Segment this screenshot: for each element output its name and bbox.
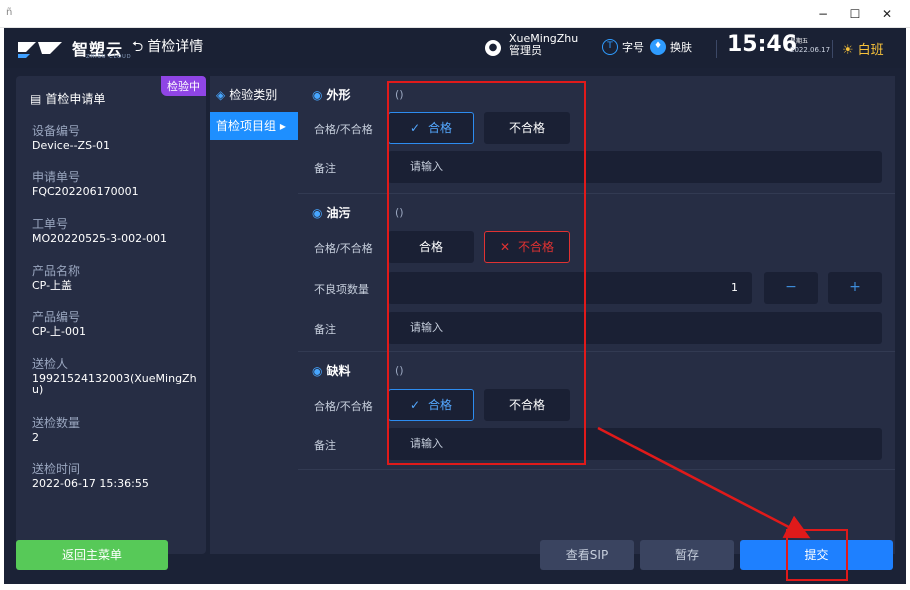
close-button[interactable]: ✕ — [872, 4, 902, 24]
check-icon: ✓ — [409, 398, 421, 412]
fail-option[interactable]: ✕ 不合格 — [484, 231, 570, 263]
pass-fail-label: 合格/不合格 — [314, 123, 373, 136]
field-label: 送检数量 — [32, 416, 81, 430]
page-title: 首检详情 — [147, 39, 204, 55]
tab-inspection-group[interactable]: 首检项目组 ▸ — [210, 112, 298, 140]
field-label: 申请单号 — [32, 170, 81, 184]
item-standard: () — [395, 206, 404, 219]
field-value: CP-上盖 — [32, 279, 73, 292]
check-icon: ✓ — [409, 121, 421, 135]
category-tabs: ◈ 检验类别 首检项目组 ▸ — [210, 76, 298, 554]
cross-icon: ✕ — [499, 240, 511, 254]
top-bar: 智塑云 ZHISU CLOUD ⮌ 首检详情 ● XueMingZhu 管理员 T… — [4, 28, 906, 68]
remark-input[interactable]: 请输入 — [388, 151, 882, 183]
submit-button[interactable]: 提交 — [740, 540, 893, 570]
back-to-menu-button[interactable]: 返回主菜单 — [16, 540, 168, 570]
field-label: 工单号 — [32, 217, 69, 231]
increment-button[interactable]: + — [828, 272, 882, 304]
item-title: ◉ 缺料 — [312, 364, 351, 378]
brand-logo-icon — [18, 42, 62, 58]
field-value: 2 — [32, 431, 39, 444]
sun-icon: ☀ — [842, 43, 854, 58]
view-sip-button[interactable]: 查看SIP — [540, 540, 634, 570]
item-standard: () — [395, 364, 404, 377]
info-title: ▤ 首检申请单 — [30, 92, 106, 106]
pass-option[interactable]: ✓ 合格 — [388, 389, 474, 421]
status-badge: 检验中 — [161, 76, 206, 96]
field-label: 设备编号 — [32, 124, 81, 138]
divider — [716, 40, 717, 58]
inspection-item: ◉ 缺料 () 合格/不合格 ✓ 合格 不合格 备注 请输入 — [298, 352, 895, 470]
window-titlebar: ñ − ☐ ✕ — [0, 0, 910, 28]
remark-label: 备注 — [314, 439, 336, 452]
remark-label: 备注 — [314, 162, 336, 175]
brand-subtitle: ZHISU CLOUD — [86, 54, 132, 60]
app-window-icon: ñ — [6, 7, 13, 18]
skin-label: 换肤 — [670, 41, 692, 54]
back-button[interactable]: ⮌ 首检详情 — [132, 36, 203, 60]
field-value: FQC202206170001 — [32, 185, 139, 198]
item-title: ◉ 油污 — [312, 206, 351, 220]
application-info-panel: 检验中 ▤ 首检申请单 设备编号 Device--ZS-01 申请单号 FQC20… — [16, 76, 206, 554]
clock-time: 15:46 — [727, 32, 798, 57]
item-standard: () — [395, 88, 404, 101]
shift-button[interactable]: ☀ 白班 — [842, 39, 884, 58]
pass-fail-label: 合格/不合格 — [314, 400, 373, 413]
back-arrow-icon: ⮌ — [132, 39, 144, 55]
defect-count-input[interactable]: 1 — [388, 272, 752, 304]
field-label: 送检人 — [32, 357, 69, 371]
skin-button[interactable]: ♦ 换肤 — [650, 39, 692, 55]
field-value: CP-上-001 — [32, 325, 87, 338]
field-value: MO20220525-3-002-001 — [32, 232, 168, 245]
tab-category[interactable]: ◈ 检验类别 — [216, 86, 277, 103]
fail-option[interactable]: 不合格 — [484, 112, 570, 144]
font-size-label: 字号 — [622, 41, 644, 54]
font-size-button[interactable]: T 字号 — [602, 39, 644, 55]
section-icon: ◉ — [312, 88, 323, 102]
pass-fail-label: 合格/不合格 — [314, 242, 373, 255]
clock-weekday: 星期五 — [790, 38, 809, 45]
field-value: Device--ZS-01 — [32, 139, 111, 152]
doc-icon: ▤ — [30, 92, 42, 106]
inspection-item: ◉ 油污 () 合格/不合格 合格 ✕ 不合格 不良项数量 1 − + 备注 请输入 — [298, 194, 895, 352]
user-role: 管理员 — [509, 44, 542, 57]
divider — [832, 40, 833, 58]
shift-label: 白班 — [857, 43, 884, 58]
item-title: ◉ 外形 — [312, 88, 351, 102]
field-value: 19921524132003(XueMingZhu) — [32, 372, 197, 396]
pass-option[interactable]: ✓ 合格 — [388, 112, 474, 144]
maximize-button[interactable]: ☐ — [840, 4, 870, 24]
app-frame: 智塑云 ZHISU CLOUD ⮌ 首检详情 ● XueMingZhu 管理员 T… — [4, 28, 906, 584]
layers-icon: ◈ — [216, 88, 226, 102]
remark-input[interactable]: 请输入 — [388, 428, 882, 460]
defect-count-label: 不良项数量 — [314, 283, 369, 296]
inspection-items-panel: ◉ 外形 () 合格/不合格 ✓ 合格 不合格 备注 请输入 ◉ 油污 () 合格/不… — [298, 76, 895, 554]
font-size-icon: T — [602, 39, 618, 55]
section-icon: ◉ — [312, 206, 323, 220]
fail-option[interactable]: 不合格 — [484, 389, 570, 421]
minimize-button[interactable]: − — [808, 4, 838, 24]
field-label: 产品名称 — [32, 264, 81, 278]
section-icon: ◉ — [312, 364, 323, 378]
field-value: 2022-06-17 15:36:55 — [32, 477, 149, 490]
save-draft-button[interactable]: 暂存 — [640, 540, 734, 570]
remark-input[interactable]: 请输入 — [388, 312, 882, 344]
inspection-item: ◉ 外形 () 合格/不合格 ✓ 合格 不合格 备注 请输入 — [298, 76, 895, 194]
clock-date: 2022.06.17 — [790, 46, 831, 54]
decrement-button[interactable]: − — [764, 272, 818, 304]
field-label: 产品编号 — [32, 310, 81, 324]
remark-label: 备注 — [314, 323, 336, 336]
user-icon[interactable]: ● — [485, 40, 501, 56]
skin-icon: ♦ — [650, 39, 666, 55]
pass-option[interactable]: 合格 — [388, 231, 474, 263]
field-label: 送检时间 — [32, 462, 81, 476]
